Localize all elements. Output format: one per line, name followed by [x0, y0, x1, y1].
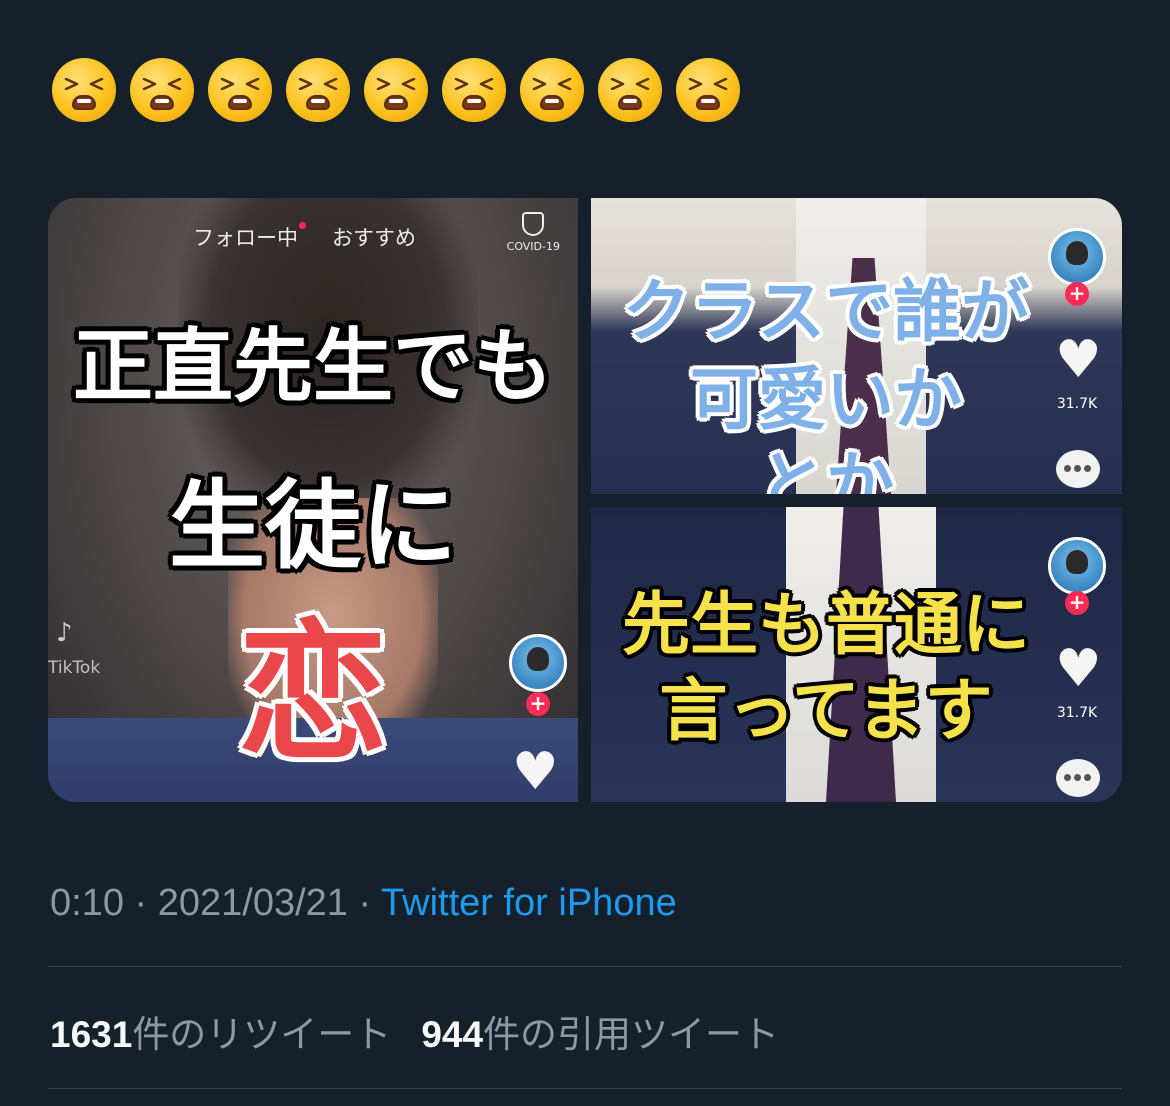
caption-line-2: 生徒に [169, 469, 457, 582]
quotes-count: 944 [421, 1014, 484, 1055]
tweet-stats-row: 1631件のリツイート 944件の引用ツイート [50, 1004, 779, 1058]
follow-plus-icon[interactable]: + [1065, 282, 1089, 306]
caption-line-2: 言ってます [659, 671, 993, 751]
like-count: 31.7K [1056, 705, 1098, 721]
tired-face-emoji [364, 58, 428, 122]
caption-line-2: 可愛いか [689, 360, 962, 440]
tired-face-emoji [676, 58, 740, 122]
retweets-label: 件のリツイート [132, 1014, 392, 1055]
caption-highlight: 恋 [237, 605, 388, 781]
tab-for-you: おすすめ [332, 226, 416, 250]
tweet-date[interactable]: 2021/03/21 [158, 882, 348, 924]
heart-icon[interactable]: ♥ [1055, 643, 1102, 695]
heart-icon[interactable]: ♥ [1055, 334, 1102, 386]
tab-following: フォロー中 [193, 222, 306, 252]
tired-face-emoji [208, 58, 272, 122]
follow-plus-icon[interactable]: + [1065, 591, 1089, 615]
tweet-media-grid: フォロー中 おすすめ COVID-19 ♪ TikTok 正直先生でも 生徒に … [48, 198, 1122, 802]
caption-line-1: 先生も普通に [621, 585, 1030, 665]
divider [48, 1088, 1122, 1089]
divider [48, 966, 1122, 967]
retweets-count: 1631 [50, 1014, 133, 1055]
tweet-text-emoji-row [52, 58, 740, 122]
media-image-main[interactable]: フォロー中 おすすめ COVID-19 ♪ TikTok 正直先生でも 生徒に … [48, 198, 578, 802]
comment-icon[interactable] [1056, 759, 1100, 797]
shield-icon [522, 212, 545, 236]
follow-plus-icon[interactable]: + [526, 692, 550, 716]
caption-line-1: 正直先生でも [73, 319, 553, 413]
separator: · [123, 882, 158, 924]
tired-face-emoji [286, 58, 350, 122]
quotes-stat[interactable]: 944件の引用ツイート [421, 1014, 779, 1055]
creator-avatar[interactable] [509, 634, 567, 692]
quotes-label: 件の引用ツイート [483, 1014, 780, 1055]
retweets-stat[interactable]: 1631件のリツイート [50, 1014, 391, 1055]
tired-face-emoji [442, 58, 506, 122]
tweet-timestamp-row: 0:10 · 2021/03/21 · Twitter for iPhone [50, 882, 677, 925]
notification-dot [299, 222, 306, 229]
tired-face-emoji [52, 58, 116, 122]
tired-face-emoji [598, 58, 662, 122]
tweet-source-link[interactable]: Twitter for iPhone [381, 882, 677, 924]
creator-avatar[interactable] [1048, 228, 1106, 286]
tiktok-logo-icon: ♪ [56, 618, 73, 648]
covid-badge: COVID-19 [507, 212, 560, 253]
creator-avatar[interactable] [1048, 537, 1106, 595]
tweet-time[interactable]: 0:10 [50, 882, 124, 924]
tired-face-emoji [520, 58, 584, 122]
caption-line-3: とか [757, 444, 894, 494]
heart-icon[interactable]: ♥ [512, 746, 559, 798]
comment-icon[interactable] [1056, 450, 1100, 488]
media-image-top-right[interactable]: クラスで誰が 可愛いか とか + ♥ 31.7K [591, 198, 1122, 494]
separator: · [347, 882, 382, 924]
covid-label: COVID-19 [506, 240, 560, 253]
tiktok-watermark: TikTok [48, 658, 101, 678]
tiktok-top-tabs: フォロー中 おすすめ [193, 222, 416, 252]
media-image-bottom-right[interactable]: 先生も普通に 言ってます + ♥ 31.7K [591, 507, 1122, 802]
like-count: 31.7K [1056, 396, 1098, 412]
tired-face-emoji [130, 58, 194, 122]
tweet-detail: フォロー中 おすすめ COVID-19 ♪ TikTok 正直先生でも 生徒に … [0, 0, 1170, 1106]
caption-line-1: クラスで誰が [622, 272, 1030, 352]
